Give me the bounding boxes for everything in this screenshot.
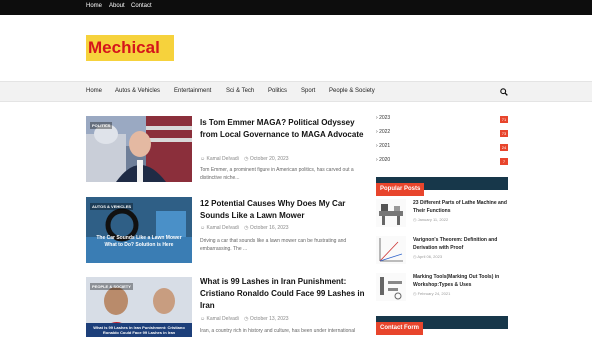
site-header: Mechical xyxy=(0,15,592,81)
nav-item-sport[interactable]: Sport xyxy=(301,88,315,94)
nav-item-scitech[interactable]: Sci & Tech xyxy=(226,88,254,94)
main-nav: Home Autos & Vehicles Entertainment Sci … xyxy=(0,81,592,102)
nav-item-autos[interactable]: Autos & Vehicles xyxy=(115,88,160,94)
archive-count-badge: 24 xyxy=(500,144,508,151)
widget-title-label: Contact Form xyxy=(376,322,423,335)
post-excerpt: Driving a car that sounds like a lawn mo… xyxy=(200,238,347,252)
popular-post-title[interactable]: Varignon's Theorem: Definition and Deriv… xyxy=(413,236,508,252)
post-excerpt: Iran, a country rich in history and cult… xyxy=(200,328,356,334)
nav-item-entertainment[interactable]: Entertainment xyxy=(174,88,211,94)
archive-year[interactable]: 2021 xyxy=(379,143,390,149)
user-icon: ☺ xyxy=(200,156,206,162)
post-thumbnail[interactable]: POLITICS xyxy=(86,116,192,182)
popular-post-thumbnail[interactable] xyxy=(376,236,406,264)
archive-year[interactable]: 2023 xyxy=(379,115,390,121)
post-category-label[interactable]: PEOPLE & SOCIETY xyxy=(90,283,133,290)
popular-post-thumbnail[interactable] xyxy=(376,273,406,301)
user-icon: ☺ xyxy=(200,316,206,322)
contact-form-heading: Contact Form xyxy=(376,316,508,335)
post-thumbnail[interactable]: PEOPLE & SOCIETY What is 99 Lashes in Ir… xyxy=(86,277,192,337)
search-icon[interactable] xyxy=(500,88,508,96)
post-date: October 13, 2023 xyxy=(249,316,289,322)
archive-count-badge: 73 xyxy=(500,130,508,137)
topbar-link-home[interactable]: Home xyxy=(86,3,102,9)
post-author[interactable]: Kamal Delvadi xyxy=(207,316,239,322)
archive-count-badge: 7 xyxy=(500,158,508,165)
popular-post-title[interactable]: Marking Tools(Marking Out Tools) in Work… xyxy=(413,273,508,289)
post-image-caption: The Car Sounds Like a Lawn Mower What to… xyxy=(96,235,182,248)
archive-item[interactable]: › 2020 7 xyxy=(376,157,508,167)
popular-post-thumbnail[interactable] xyxy=(376,199,406,227)
archive-item[interactable]: › 2022 73 xyxy=(376,129,508,139)
popular-post-item[interactable]: Marking Tools(Marking Out Tools) in Work… xyxy=(376,273,508,305)
archive-count-badge: 71 xyxy=(500,116,508,123)
popular-posts-heading: Popular Posts xyxy=(376,177,508,196)
post-date: October 20, 2023 xyxy=(249,156,289,162)
popular-post-item[interactable]: Varignon's Theorem: Definition and Deriv… xyxy=(376,236,508,268)
nav-item-home[interactable]: Home xyxy=(86,88,102,94)
post-excerpt: Tom Emmer, a prominent figure in America… xyxy=(200,167,354,181)
site-logo[interactable]: Mechical xyxy=(86,35,174,61)
chevron-right-icon: › xyxy=(376,143,378,149)
popular-post-date: ◷ April 06, 2023 xyxy=(413,254,443,259)
clock-icon: ◷ xyxy=(244,316,249,322)
popular-post-item[interactable]: 23 Different Parts of Lathe Machine and … xyxy=(376,199,508,231)
popular-post-title[interactable]: 23 Different Parts of Lathe Machine and … xyxy=(413,199,508,215)
post-meta: ☺ Kamal Delvadi ◷ October 13, 2023 xyxy=(200,316,289,322)
clock-icon: ◷ xyxy=(244,225,249,231)
nav-item-people[interactable]: People & Society xyxy=(329,88,375,94)
post-image-caption: What is 99 Lashes in Iran Punishment: Cr… xyxy=(93,325,185,335)
widget-title-label: Popular Posts xyxy=(376,183,425,196)
post-author[interactable]: Kamal Delvadi xyxy=(207,156,239,162)
post-date: October 16, 2023 xyxy=(249,225,289,231)
nav-item-politics[interactable]: Politics xyxy=(268,88,287,94)
post-author[interactable]: Kamal Delvadi xyxy=(207,225,239,231)
archive-year[interactable]: 2022 xyxy=(379,129,390,135)
clock-icon: ◷ xyxy=(244,156,249,162)
user-icon: ☺ xyxy=(200,225,206,231)
chevron-right-icon: › xyxy=(376,115,378,121)
top-bar: Home About Contact xyxy=(0,0,592,15)
chevron-right-icon: › xyxy=(376,157,378,163)
post-meta: ☺ Kamal Delvadi ◷ October 16, 2023 xyxy=(200,225,289,231)
archive-year[interactable]: 2020 xyxy=(379,157,390,163)
archive-item[interactable]: › 2023 71 xyxy=(376,115,508,125)
post-meta: ☺ Kamal Delvadi ◷ October 20, 2023 xyxy=(200,156,289,162)
post-title[interactable]: 12 Potential Causes Why Does My Car Soun… xyxy=(200,198,370,222)
topbar-link-contact[interactable]: Contact xyxy=(131,3,152,9)
archive-item[interactable]: › 2021 24 xyxy=(376,143,508,153)
post-thumbnail[interactable]: AUTOS & VEHICLES The Car Sounds Like a L… xyxy=(86,197,192,263)
popular-post-date: ◷ January 11, 2022 xyxy=(413,217,449,222)
post-title[interactable]: Is Tom Emmer MAGA? Political Odyssey fro… xyxy=(200,117,370,141)
post-title[interactable]: What is 99 Lashes in Iran Punishment: Cr… xyxy=(200,276,370,312)
post-category-label[interactable]: POLITICS xyxy=(90,122,113,129)
topbar-link-about[interactable]: About xyxy=(109,3,125,9)
post-category-label[interactable]: AUTOS & VEHICLES xyxy=(90,203,134,210)
popular-post-date: ◷ February 24, 2021 xyxy=(413,291,451,296)
chevron-right-icon: › xyxy=(376,129,378,135)
